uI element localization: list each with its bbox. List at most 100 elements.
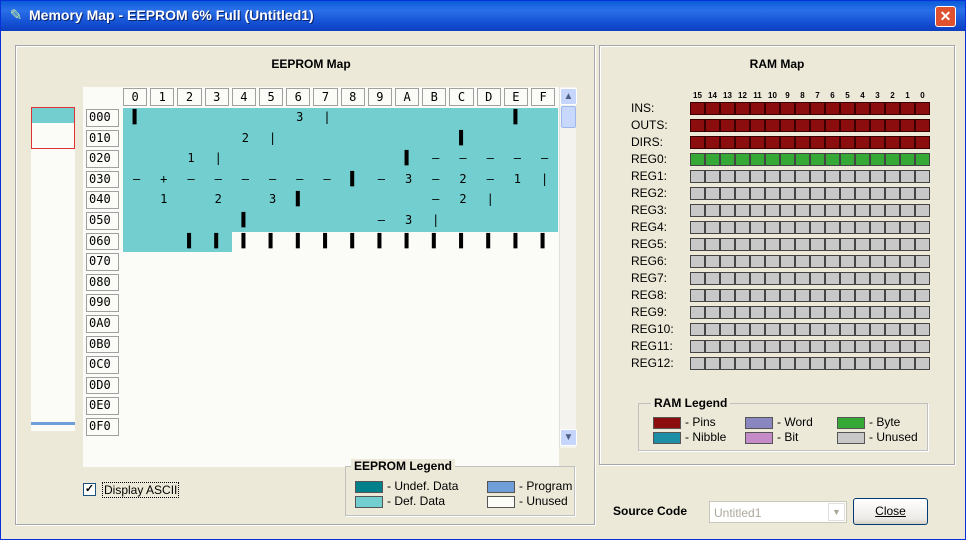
ram-row-label: DIRS: [631, 135, 664, 149]
ram-bit-cell [690, 170, 705, 183]
eeprom-byte: ▌ [241, 213, 250, 228]
ram-bit-cell [810, 323, 825, 336]
ram-bit-cell [795, 204, 810, 217]
column-header: 9 [367, 88, 392, 106]
column-header: 7 [313, 88, 338, 106]
column-header: 0 [123, 88, 148, 106]
chip-icon: ✎ [9, 7, 23, 24]
eeprom-byte: + [160, 171, 168, 186]
eeprom-byte: ▌ [459, 130, 467, 146]
scroll-thumb[interactable] [561, 106, 576, 128]
row-address: 010 [86, 129, 119, 148]
display-ascii-label[interactable]: Display ASCII [102, 482, 180, 498]
ram-bit-cell [780, 119, 795, 132]
ram-row-label: REG10: [631, 322, 674, 336]
display-ascii-checkbox[interactable]: ✓ [83, 483, 96, 496]
ram-bit-cell [705, 187, 720, 200]
bit-header: 9 [785, 91, 790, 100]
ram-bit-cell [735, 272, 750, 285]
ram-bit-cell [870, 340, 885, 353]
column-header: A [395, 88, 420, 106]
ram-bit-cell [810, 153, 825, 166]
chevron-down-icon[interactable]: ▼ [828, 503, 845, 521]
scroll-up-button[interactable]: ▲ [560, 88, 577, 105]
ram-legend-label: - Nibble [685, 430, 727, 444]
ram-bit-cell [690, 102, 705, 115]
ram-bit-cell [735, 204, 750, 217]
ram-bit-cell [810, 119, 825, 132]
ram-bit-cell [705, 340, 720, 353]
ram-bit-cell [765, 255, 780, 268]
ram-bit-cell [915, 340, 930, 353]
ram-bit-cell [690, 340, 705, 353]
ram-bit-cell [885, 272, 900, 285]
ram-row-label: REG1: [631, 169, 668, 183]
bit-header: 5 [845, 91, 850, 100]
bit-header: 6 [830, 91, 835, 100]
ram-bit-cell [690, 272, 705, 285]
close-window-button[interactable]: ✕ [935, 6, 956, 27]
ram-bit-cell [825, 340, 840, 353]
eeprom-scrollbar[interactable]: ▲ ▼ [559, 87, 577, 448]
eeprom-legend-label: - Def. Data [387, 494, 446, 508]
ram-bit-cell [915, 153, 930, 166]
column-header: 2 [177, 88, 202, 106]
ram-row-label: REG2: [631, 186, 668, 200]
ram-bit-cell [795, 221, 810, 234]
bit-header: 10 [768, 91, 777, 100]
ram-row-label: REG9: [631, 305, 668, 319]
ram-bit-cell [825, 289, 840, 302]
ram-bit-cell [705, 153, 720, 166]
ram-bit-cell [885, 136, 900, 149]
scroll-down-button[interactable]: ▼ [560, 429, 577, 446]
ram-row-label: INS: [631, 101, 655, 115]
ram-bit-cell [780, 102, 795, 115]
ram-bit-cell [780, 323, 795, 336]
ram-bit-cell [720, 170, 735, 183]
ram-bit-cell [795, 272, 810, 285]
ram-bit-cell [825, 187, 840, 200]
ram-bit-cell [750, 153, 765, 166]
eeprom-byte: ▌ [295, 233, 304, 249]
ram-legend-label: - Byte [869, 415, 901, 429]
ram-bit-cell [735, 136, 750, 149]
source-code-dropdown[interactable]: Untitled1 ▼ [709, 501, 847, 523]
ram-bit-cell [750, 170, 765, 183]
eeprom-byte: ▌ [323, 233, 331, 249]
ram-bit-cell [840, 170, 855, 183]
ram-bit-cell [795, 306, 810, 319]
close-button[interactable]: Close [853, 498, 928, 525]
ram-bit-cell [885, 170, 900, 183]
row-address: 0C0 [86, 356, 119, 374]
ram-legend-swatch [653, 432, 681, 444]
ram-bit-cell [900, 153, 915, 166]
eeprom-byte: 3 [404, 213, 413, 227]
ram-bit-cell [840, 221, 855, 234]
ram-bit-cell [780, 204, 795, 217]
ram-bit-cell [705, 102, 720, 115]
ram-row-label: REG4: [631, 220, 668, 234]
ram-bit-cell [720, 102, 735, 115]
ram-bit-cell [765, 187, 780, 200]
ram-bit-cell [840, 153, 855, 166]
bit-header: 1 [905, 91, 910, 100]
bit-header: 3 [875, 91, 880, 100]
ram-bit-cell [900, 238, 915, 251]
ram-bit-cell [690, 289, 705, 302]
ram-bit-cell [900, 357, 915, 370]
row-address: 0F0 [86, 418, 119, 436]
ram-bit-cell [690, 153, 705, 166]
ram-bit-cell [915, 170, 930, 183]
ram-row-label: REG8: [631, 288, 668, 302]
ram-bit-cell [915, 221, 930, 234]
eeprom-minimap[interactable] [31, 107, 75, 431]
ram-bit-cell [750, 187, 765, 200]
eeprom-legend-swatch [355, 481, 383, 493]
ram-bit-cell [825, 221, 840, 234]
ram-bit-cell [885, 289, 900, 302]
ram-bit-cell [720, 221, 735, 234]
ram-bit-cell [690, 306, 705, 319]
ram-bit-cell [735, 153, 750, 166]
minimap-fill [32, 108, 74, 123]
title-bar[interactable]: ✎ Memory Map - EEPROM 6% Full (Untitled1… [1, 1, 965, 31]
